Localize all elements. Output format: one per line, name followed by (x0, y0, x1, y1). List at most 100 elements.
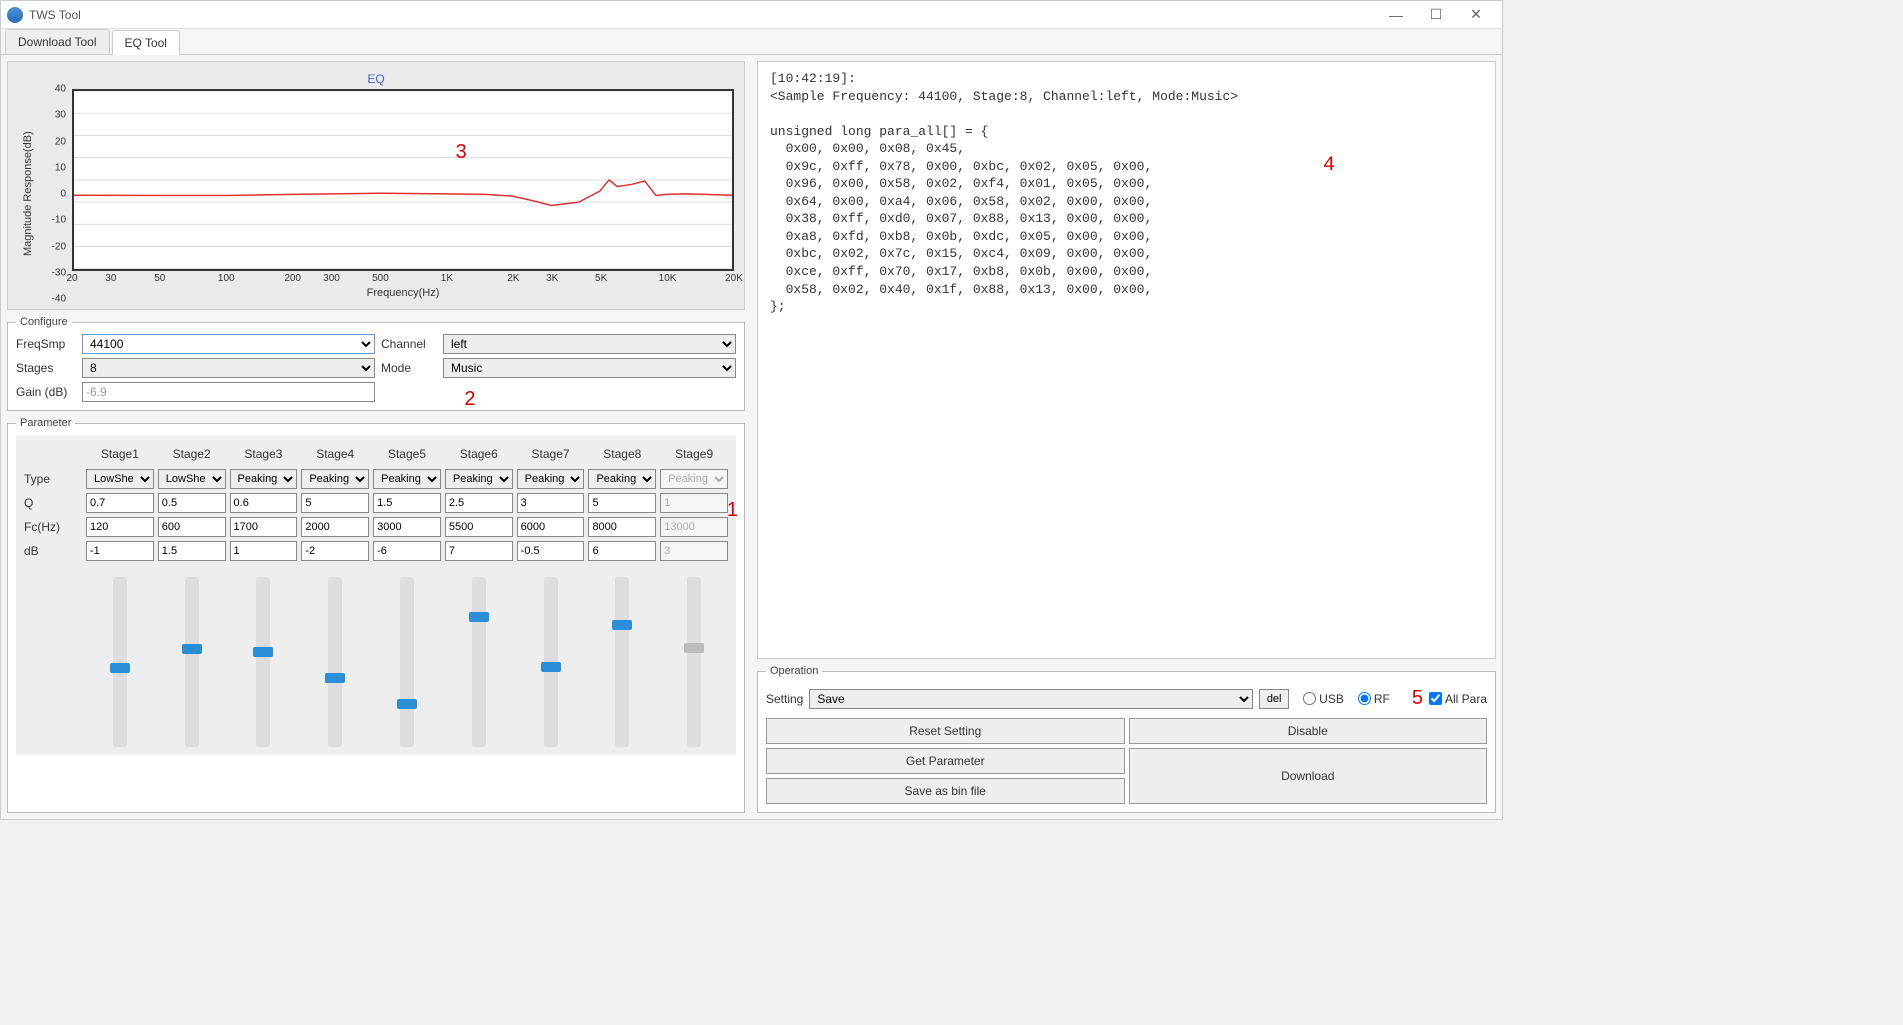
stage-7-q[interactable] (517, 493, 585, 513)
stage-8-fc[interactable] (588, 517, 656, 537)
stage-5-type[interactable]: Peaking (373, 469, 441, 489)
param-label-type: Type (24, 472, 82, 486)
stage-6-type[interactable]: Peaking (445, 469, 513, 489)
stage-3-type[interactable]: Peaking (230, 469, 298, 489)
stage-9-slider (687, 577, 701, 747)
stage-5-db[interactable] (373, 541, 441, 561)
download-button[interactable]: Download (1129, 748, 1488, 804)
stage-2-db[interactable] (158, 541, 226, 561)
stage-7-db[interactable] (517, 541, 585, 561)
minimize-button[interactable]: — (1376, 4, 1416, 26)
annotation-5: 5 (1412, 687, 1423, 710)
reset-setting-button[interactable]: Reset Setting (766, 718, 1125, 744)
stage-4-type[interactable]: Peaking (301, 469, 369, 489)
param-label-db: dB (24, 544, 82, 558)
setting-select[interactable]: Save (809, 689, 1253, 709)
stage-3-q[interactable] (230, 493, 298, 513)
stage-header: Stage8 (588, 443, 656, 465)
tab-eq-tool[interactable]: EQ Tool (112, 30, 180, 55)
disable-button[interactable]: Disable (1129, 718, 1488, 744)
stage-header: Stage7 (517, 443, 585, 465)
stage-1-type[interactable]: LowShel (86, 469, 154, 489)
stage-9-fc (660, 517, 728, 537)
stage-5-q[interactable] (373, 493, 441, 513)
stage-4-q[interactable] (301, 493, 369, 513)
stage-8-q[interactable] (588, 493, 656, 513)
mode-label: Mode (381, 361, 437, 375)
log-output: [10:42:19]: <Sample Frequency: 44100, St… (757, 61, 1496, 659)
stage-5-slider[interactable] (400, 577, 414, 747)
stage-2-fc[interactable] (158, 517, 226, 537)
stage-7-type[interactable]: Peaking (517, 469, 585, 489)
maximize-button[interactable]: ☐ (1416, 4, 1456, 26)
del-button[interactable]: del (1259, 689, 1289, 709)
configure-group: Configure FreqSmp 44100 Channel left Sta… (7, 316, 745, 411)
freqsmp-label: FreqSmp (16, 337, 76, 351)
chart-ylabel: Magnitude Response(dB) (18, 89, 38, 299)
usb-radio[interactable]: USB (1303, 692, 1344, 706)
get-parameter-button[interactable]: Get Parameter (766, 748, 1125, 774)
stage-8-db[interactable] (588, 541, 656, 561)
stage-2-type[interactable]: LowShel (158, 469, 226, 489)
channel-label: Channel (381, 337, 437, 351)
stage-4-db[interactable] (301, 541, 369, 561)
chart-xlabel: Frequency(Hz) (72, 287, 734, 299)
stage-1-slider[interactable] (113, 577, 127, 747)
stage-3-slider[interactable] (256, 577, 270, 747)
stage-header: Stage4 (301, 443, 369, 465)
operation-group: Operation Setting Save del USB RF 5 All … (757, 665, 1496, 813)
stage-1-fc[interactable] (86, 517, 154, 537)
save-bin-button[interactable]: Save as bin file (766, 778, 1125, 804)
stage-7-slider[interactable] (544, 577, 558, 747)
gain-input[interactable] (82, 382, 375, 402)
parameter-group: Parameter Stage1Stage2Stage3Stage4Stage5… (7, 417, 745, 813)
chart-title: EQ (18, 72, 734, 86)
stage-4-slider[interactable] (328, 577, 342, 747)
stage-7-fc[interactable] (517, 517, 585, 537)
rf-radio[interactable]: RF (1358, 692, 1390, 706)
stage-9-q (660, 493, 728, 513)
allpara-checkbox[interactable]: All Para (1429, 692, 1487, 706)
stages-label: Stages (16, 361, 76, 375)
param-label-fc: Fc(Hz) (24, 520, 82, 534)
stage-2-slider[interactable] (185, 577, 199, 747)
stage-8-slider[interactable] (615, 577, 629, 747)
stage-header: Stage3 (230, 443, 298, 465)
stage-6-slider[interactable] (472, 577, 486, 747)
stage-1-q[interactable] (86, 493, 154, 513)
stage-1-db[interactable] (86, 541, 154, 561)
stage-header: Stage1 (86, 443, 154, 465)
parameter-legend: Parameter (16, 417, 75, 429)
eq-plot: 3 (72, 89, 734, 271)
stage-8-type[interactable]: Peaking (588, 469, 656, 489)
stage-6-fc[interactable] (445, 517, 513, 537)
stages-select[interactable]: 8 (82, 358, 375, 378)
tab-download-tool[interactable]: Download Tool (5, 29, 110, 54)
stage-4-fc[interactable] (301, 517, 369, 537)
stage-3-fc[interactable] (230, 517, 298, 537)
param-label-q: Q (24, 496, 82, 510)
window-title: TWS Tool (29, 8, 1376, 22)
mode-select[interactable]: Music (443, 358, 736, 378)
stage-9-db (660, 541, 728, 561)
setting-label: Setting (766, 692, 803, 706)
stage-6-q[interactable] (445, 493, 513, 513)
close-button[interactable]: ✕ (1456, 4, 1496, 26)
stage-9-type: Peaking (660, 469, 728, 489)
right-panel: [10:42:19]: <Sample Frequency: 44100, St… (751, 55, 1502, 819)
title-bar: TWS Tool — ☐ ✕ (1, 1, 1502, 29)
stage-3-db[interactable] (230, 541, 298, 561)
tab-bar: Download Tool EQ Tool (1, 29, 1502, 55)
channel-select[interactable]: left (443, 334, 736, 354)
app-icon (7, 7, 23, 23)
stage-2-q[interactable] (158, 493, 226, 513)
configure-legend: Configure (16, 316, 72, 328)
stage-6-db[interactable] (445, 541, 513, 561)
left-panel: EQ Magnitude Response(dB) 403020100-10-2… (1, 55, 751, 819)
stage-header: Stage2 (158, 443, 226, 465)
freqsmp-select[interactable]: 44100 (82, 334, 375, 354)
operation-legend: Operation (766, 665, 822, 677)
annotation-4: 4 (1323, 152, 1335, 179)
stage-5-fc[interactable] (373, 517, 441, 537)
stage-header: Stage5 (373, 443, 441, 465)
